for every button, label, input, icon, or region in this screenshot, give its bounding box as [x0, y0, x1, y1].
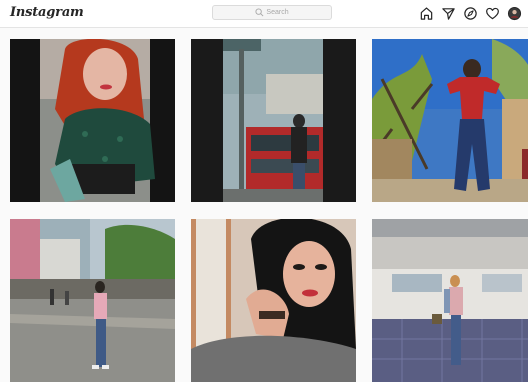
post-thumbnail[interactable]: [10, 39, 175, 202]
post-image: [10, 39, 175, 202]
search-placeholder: Search: [266, 9, 289, 16]
post-thumbnail[interactable]: [372, 219, 528, 382]
post-image: [191, 39, 356, 202]
search-icon: [255, 8, 264, 17]
post-thumbnail[interactable]: [191, 219, 356, 382]
profile-avatar[interactable]: [507, 6, 522, 21]
top-navigation-bar: Instagram Search: [0, 0, 528, 28]
posts-grid: [10, 39, 528, 382]
direct-icon[interactable]: [441, 6, 456, 21]
instagram-logo[interactable]: Instagram: [10, 5, 84, 20]
nav-icons: [419, 5, 522, 21]
explore-icon[interactable]: [463, 6, 478, 21]
home-icon[interactable]: [419, 6, 434, 21]
post-image: [191, 219, 356, 382]
activity-icon[interactable]: [485, 6, 500, 21]
post-thumbnail[interactable]: [191, 39, 356, 202]
search-input[interactable]: Search: [212, 5, 332, 20]
post-thumbnail[interactable]: [372, 39, 528, 202]
post-thumbnail[interactable]: [10, 219, 175, 382]
post-image: [10, 219, 175, 382]
post-image: [372, 219, 528, 382]
post-image: [372, 39, 528, 202]
